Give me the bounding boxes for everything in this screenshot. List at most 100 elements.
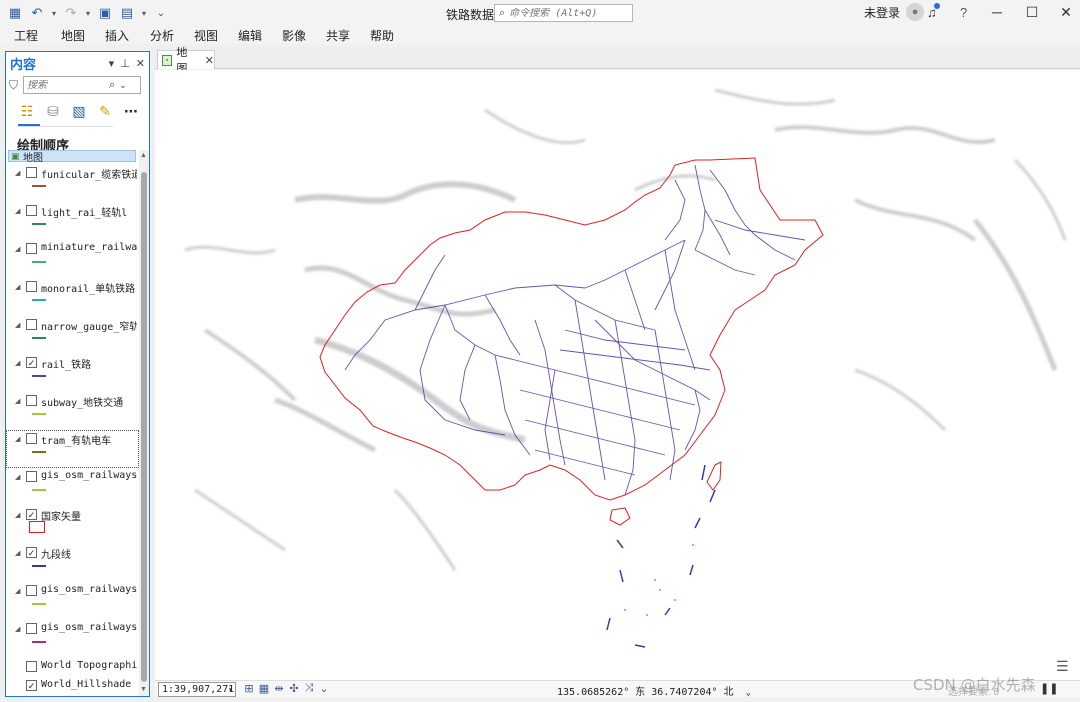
tab-close-icon[interactable]: ✕ [205,54,214,67]
expand-icon[interactable]: ◢ [15,625,20,633]
layer-visibility-checkbox[interactable] [26,243,37,254]
layer-visibility-checkbox[interactable]: ✓ [26,547,37,558]
app-icon[interactable]: ▦ [6,4,24,22]
line-symbol-swatch[interactable] [32,451,46,453]
menu-help[interactable]: 帮助 [370,27,394,44]
close-button[interactable]: ✕ [1057,4,1075,21]
line-symbol-swatch[interactable] [32,223,46,225]
line-symbol-swatch[interactable] [32,261,46,263]
save-icon[interactable]: ▣ [96,4,114,22]
editing-icon[interactable]: ✎ [96,102,114,120]
line-symbol-swatch[interactable] [32,413,46,415]
layer-item[interactable]: ◢ gis_osm_railways_… [6,620,139,658]
open-folder-icon[interactable]: ▤ [118,4,136,22]
expand-icon[interactable]: ◢ [15,359,20,367]
map-view[interactable] [155,70,1080,680]
layer-item[interactable]: ◢ tram_有轨电车 [6,430,139,468]
pane-close-icon[interactable]: ✕ [136,57,145,70]
menu-map[interactable]: 地图 [61,27,85,44]
layer-name[interactable]: tram_有轨电车 [41,432,137,447]
layer-name[interactable]: gis_osm_railways_… [41,622,137,633]
layer-name[interactable]: 九段线 [41,546,137,561]
expand-icon[interactable]: ◢ [15,397,20,405]
layer-item[interactable]: ◢ ✓ 国家矢量 [6,506,139,544]
layer-name[interactable]: miniature_railway… [41,242,137,253]
menu-imagery[interactable]: 影像 [282,27,306,44]
notification-bell-icon[interactable]: ♫ [927,3,940,20]
layer-item[interactable]: ◢ miniature_railway… [6,240,139,278]
chat-icon[interactable]: ☰ [1056,658,1069,675]
layer-item[interactable]: ◢ funicular_缆索铁道 [6,164,139,202]
layer-visibility-checkbox[interactable] [26,395,37,406]
snapping-icon[interactable]: ✣ [288,682,300,695]
expand-icon[interactable]: ◢ [15,435,20,443]
layer-visibility-checkbox[interactable]: ✓ [26,509,37,520]
pin-icon[interactable]: ⊥ [120,57,130,70]
fixed-zoom-icon[interactable]: ⊞ [243,682,255,695]
user-status[interactable]: 未登录 [864,4,900,21]
menu-view[interactable]: 视图 [194,27,218,44]
layer-visibility-checkbox[interactable] [26,585,37,596]
layer-visibility-checkbox[interactable] [26,471,37,482]
chevron-down-icon[interactable]: ⌄ [318,682,330,695]
expand-icon[interactable]: ◢ [15,549,20,557]
map-node[interactable]: ▣ 地图 [8,150,136,164]
expand-icon[interactable]: ◢ [15,587,20,595]
layer-visibility-checkbox[interactable] [26,661,37,672]
line-symbol-swatch[interactable] [32,603,46,605]
line-symbol-swatch[interactable] [32,299,46,301]
layer-item[interactable]: ◢ ✓ 九段线 [6,544,139,582]
line-symbol-swatch[interactable] [32,641,46,643]
layer-item[interactable]: ◢ gis_osm_railways_… [6,582,139,620]
layer-name[interactable]: 国家矢量 [41,508,137,523]
menu-project[interactable]: 工程 [14,27,38,44]
command-search[interactable]: ⌕ [494,4,633,22]
scroll-up-icon[interactable]: ▲ [140,152,147,159]
contents-search[interactable]: ⌕ ⌄ [23,76,141,94]
folder-dropdown-icon[interactable]: ▾ [140,4,148,22]
search-icon[interactable]: ⌕ [109,79,115,92]
drawing-order-icon[interactable]: ☷ [18,102,36,120]
layer-item[interactable]: World Topographic… [6,658,139,676]
rotation-icon[interactable]: ⤨ [303,682,315,695]
menu-edit[interactable]: 编辑 [238,27,262,44]
layer-name[interactable]: narrow_gauge_窄轨… [41,318,137,333]
layer-item[interactable]: ◢ narrow_gauge_窄轨… [6,316,139,354]
contents-scrollbar[interactable]: ▲ ▼ [139,150,149,696]
layer-visibility-checkbox[interactable] [26,167,37,178]
extent-icon[interactable]: ⇹ [273,682,285,695]
line-symbol-swatch[interactable] [32,185,46,187]
layer-item[interactable]: ◢ subway_地铁交通 [6,392,139,430]
menu-share[interactable]: 共享 [326,27,350,44]
undo-dropdown-icon[interactable]: ▾ [50,4,58,22]
scale-selector[interactable]: 1:39,907,271 ▾ [158,682,236,697]
maximize-button[interactable]: ☐ [1023,4,1041,21]
avatar[interactable]: ● [906,3,925,21]
more-options-icon[interactable]: ⋯ [122,102,140,120]
layer-item[interactable]: ◢ monorail_单轨铁路 [6,278,139,316]
pane-options-icon[interactable]: ▾ [109,57,115,70]
expand-icon[interactable]: ◢ [15,245,20,253]
layer-name[interactable]: rail_铁路 [41,356,137,371]
layer-visibility-checkbox[interactable] [26,319,37,330]
layer-item[interactable]: ◢ gis_osm_railways_… [6,468,139,506]
customize-toolbar-icon[interactable]: ⌄ [152,4,170,22]
line-symbol-swatch[interactable] [32,375,46,377]
user-area[interactable]: 未登录 ● [864,3,925,21]
layer-name[interactable]: subway_地铁交通 [41,394,137,409]
layer-name[interactable]: monorail_单轨铁路 [41,280,137,295]
layer-item[interactable]: ✓ World_Hillshade [6,677,139,695]
layer-visibility-checkbox[interactable]: ✓ [26,357,37,368]
coordinate-readout[interactable]: 135.0685262° 东 36.7407204° 北 ⌄ [557,683,751,698]
layer-name[interactable]: gis_osm_railways_… [41,584,137,595]
line-symbol-swatch[interactable] [32,489,46,491]
data-source-icon[interactable]: ⛁ [44,102,62,120]
layer-visibility-checkbox[interactable] [26,205,37,216]
menu-analysis[interactable]: 分析 [150,27,174,44]
layer-item[interactable]: ◢ ✓ rail_铁路 [6,354,139,392]
map-canvas[interactable] [155,70,1080,680]
layer-name[interactable]: gis_osm_railways_… [41,470,137,481]
expand-icon[interactable]: ◢ [15,321,20,329]
expand-icon[interactable]: ◢ [15,511,20,519]
polygon-symbol-swatch[interactable] [29,521,45,533]
